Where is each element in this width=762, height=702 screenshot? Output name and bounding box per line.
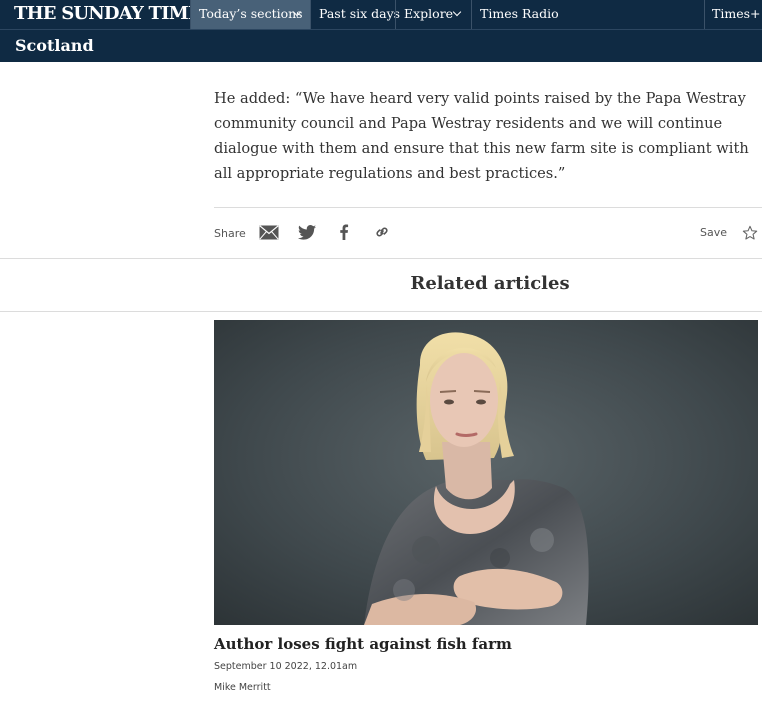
share-label: Share xyxy=(214,227,246,240)
nav-todays-sections-label: Today’s sections xyxy=(199,6,303,21)
facebook-icon[interactable] xyxy=(339,224,349,240)
nav-past-six-days[interactable]: Past six days xyxy=(310,0,400,29)
nav-times-radio-label: Times Radio xyxy=(480,6,559,21)
star-icon[interactable] xyxy=(742,225,758,241)
nav-todays-sections[interactable]: Today’s sections xyxy=(190,0,310,29)
related-article-headline[interactable]: Author loses fight against fish farm xyxy=(214,635,512,653)
site-logo[interactable]: THE SUNDAY TIMES xyxy=(14,3,214,24)
nav-times-plus[interactable]: Times+ xyxy=(704,0,762,29)
divider xyxy=(0,311,762,312)
link-icon[interactable] xyxy=(375,225,389,239)
related-article-author: Mike Merritt xyxy=(214,682,271,693)
section-bar: Scotland xyxy=(0,29,762,62)
nav-explore[interactable]: Explore xyxy=(395,0,471,29)
section-title[interactable]: Scotland xyxy=(15,36,94,55)
nav-past-six-days-label: Past six days xyxy=(319,6,401,21)
top-nav: THE SUNDAY TIMES Today’s sections Past s… xyxy=(0,0,762,29)
nav-explore-label: Explore xyxy=(404,6,454,21)
divider xyxy=(0,258,762,259)
related-article-image[interactable] xyxy=(214,320,758,625)
chevron-down-icon xyxy=(452,7,462,17)
article-paragraph: He added: “We have heard very valid poin… xyxy=(214,90,749,182)
nav-times-plus-label: Times+ xyxy=(712,6,761,21)
divider xyxy=(214,207,762,208)
nav-times-radio[interactable]: Times Radio xyxy=(471,0,559,29)
email-icon[interactable] xyxy=(259,225,279,240)
save-label[interactable]: Save xyxy=(700,226,727,239)
related-article-date: September 10 2022, 12.01am xyxy=(214,661,358,672)
related-articles-heading: Related articles xyxy=(410,273,570,294)
twitter-icon[interactable] xyxy=(298,225,316,240)
